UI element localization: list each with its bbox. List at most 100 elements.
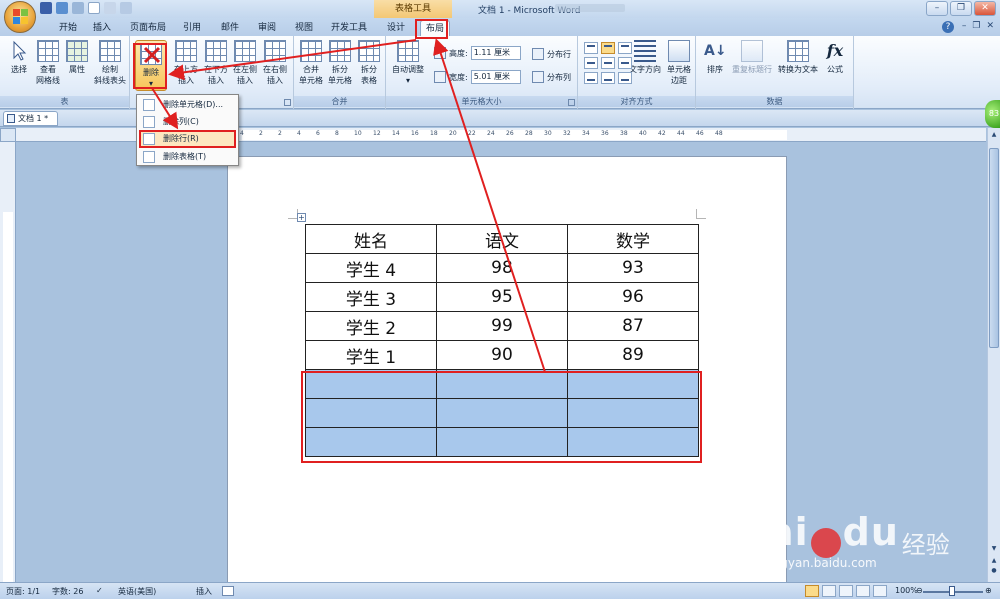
table-cell[interactable]: 学生 1	[305, 340, 437, 370]
tab-layout[interactable]: 布局	[420, 20, 450, 36]
print-layout-view-icon[interactable]	[805, 585, 819, 597]
tab-view[interactable]: 视图	[288, 20, 320, 36]
zoom-out-icon[interactable]: ⊖	[916, 586, 923, 595]
language[interactable]: 英语(美国)	[118, 586, 156, 597]
tab-developer[interactable]: 开发工具	[326, 20, 372, 36]
table-row[interactable]: 学生 3 95 96	[305, 282, 699, 312]
split-table-button[interactable]: 拆分 表格	[355, 40, 383, 86]
dialog-launcher-icon[interactable]	[284, 99, 291, 106]
align-middle-center-button[interactable]	[601, 57, 615, 69]
sort-button[interactable]: A↓ 排序	[702, 40, 728, 75]
side-badge[interactable]: 83	[985, 100, 1000, 128]
formula-button[interactable]: fx 公式	[822, 40, 848, 75]
table-cell[interactable]: 90	[436, 340, 568, 370]
table-cell[interactable]: 99	[436, 311, 568, 341]
macro-record-icon[interactable]	[222, 586, 234, 596]
align-middle-left-button[interactable]	[584, 57, 598, 69]
align-middle-right-button[interactable]	[618, 57, 632, 69]
document-tab[interactable]: 文档 1 *	[3, 111, 58, 126]
delete-columns-item[interactable]: 删除列(C)	[139, 114, 236, 130]
outline-view-icon[interactable]	[856, 585, 870, 597]
height-spinner[interactable]: 1.11 厘米	[470, 46, 521, 60]
redo-icon[interactable]	[72, 2, 84, 14]
table-cell[interactable]: 96	[567, 282, 699, 312]
scrollbar-thumb[interactable]	[989, 148, 999, 348]
tab-review[interactable]: 审阅	[251, 20, 283, 36]
tab-selector[interactable]	[0, 128, 16, 142]
zoom-level[interactable]: 100%	[895, 586, 918, 595]
insert-mode[interactable]: 插入	[196, 586, 212, 597]
properties-button[interactable]: 属性	[64, 40, 90, 75]
page-count[interactable]: 页面: 1/1	[6, 586, 40, 597]
split-cells-button[interactable]: 拆分 单元格	[326, 40, 354, 86]
tab-page-layout[interactable]: 页面布局	[125, 20, 171, 36]
undo-icon[interactable]	[56, 2, 68, 14]
draw-diagonal-header-button[interactable]: 绘制 斜线表头	[93, 40, 127, 86]
table-move-handle[interactable]: +	[297, 213, 306, 222]
doc-restore-icon[interactable]: ❐	[972, 21, 980, 31]
table-cell[interactable]: 学生 4	[305, 253, 437, 283]
distribute-rows-button[interactable]: 分布行	[532, 48, 571, 60]
table-cell[interactable]: 学生 2	[305, 311, 437, 341]
insert-right-button[interactable]: 在右侧 插入	[260, 40, 290, 86]
convert-to-text-button[interactable]: 转换为文本	[776, 40, 820, 75]
table-cell[interactable]: 87	[567, 311, 699, 341]
full-screen-view-icon[interactable]	[822, 585, 836, 597]
tab-insert[interactable]: 插入	[86, 20, 118, 36]
save-icon[interactable]	[40, 2, 52, 14]
table-cell[interactable]: 数学	[567, 224, 699, 254]
align-top-right-button[interactable]	[618, 42, 632, 54]
doc-close-icon[interactable]: ✕	[986, 21, 994, 31]
table-row[interactable]: 学生 4 98 93	[305, 253, 699, 283]
delete-table-item[interactable]: 删除表格(T)	[139, 149, 236, 165]
table-cell[interactable]: 98	[436, 253, 568, 283]
insert-left-button[interactable]: 在左侧 插入	[231, 40, 259, 86]
text-direction-button[interactable]: 文字方向	[628, 40, 662, 75]
insert-above-button[interactable]: 在上方 插入	[172, 40, 200, 86]
scroll-up-icon[interactable]: ▲	[989, 130, 999, 140]
scroll-down-icon[interactable]: ▼	[989, 544, 999, 554]
merge-cells-button[interactable]: 合并 单元格	[297, 40, 325, 86]
width-spinner[interactable]: 5.01 厘米	[470, 70, 521, 84]
word-count[interactable]: 字数: 26	[52, 586, 83, 597]
table-row[interactable]: 姓名 语文 数学	[305, 224, 699, 254]
tab-mailings[interactable]: 邮件	[214, 20, 246, 36]
customize-qat-icon[interactable]	[120, 2, 132, 14]
table-cell[interactable]: 89	[567, 340, 699, 370]
repeat-header-rows-button[interactable]: 重复标题行	[730, 40, 774, 75]
select-button[interactable]: 选择	[6, 40, 32, 75]
autofit-button[interactable]: 自动调整 ▾	[389, 40, 427, 86]
previous-page-icon[interactable]: ▲	[989, 556, 999, 566]
table-cell[interactable]: 姓名	[305, 224, 437, 254]
close-button[interactable]: ✕	[974, 1, 996, 16]
select-browse-object-icon[interactable]: ●	[989, 566, 999, 576]
new-document-icon[interactable]	[88, 2, 100, 14]
delete-cells-item[interactable]: 删除单元格(D)...	[139, 97, 236, 113]
help-icon[interactable]: ?	[942, 21, 954, 33]
align-bottom-center-button[interactable]	[601, 72, 615, 84]
spellcheck-icon[interactable]: ✓	[96, 586, 103, 595]
zoom-slider-knob[interactable]	[949, 586, 955, 596]
table-cell[interactable]: 学生 3	[305, 282, 437, 312]
tab-design[interactable]: 设计	[380, 20, 412, 36]
distribute-columns-button[interactable]: 分布列	[532, 71, 571, 83]
table-cell[interactable]: 语文	[436, 224, 568, 254]
align-bottom-left-button[interactable]	[584, 72, 598, 84]
vertical-ruler[interactable]	[0, 142, 16, 582]
doc-minimize-icon[interactable]: –	[962, 21, 967, 31]
minimize-button[interactable]: –	[926, 1, 948, 16]
table-row[interactable]: 学生 1 90 89	[305, 340, 699, 370]
align-bottom-right-button[interactable]	[618, 72, 632, 84]
insert-below-button[interactable]: 在下方 插入	[202, 40, 230, 86]
delete-rows-item[interactable]: 删除行(R)	[139, 130, 236, 148]
draft-view-icon[interactable]	[873, 585, 887, 597]
print-preview-icon[interactable]	[104, 2, 116, 14]
tab-references[interactable]: 引用	[176, 20, 208, 36]
delete-button[interactable]: 删除 ▾	[135, 40, 167, 91]
table-cell[interactable]: 95	[436, 282, 568, 312]
dialog-launcher-icon[interactable]	[568, 99, 575, 106]
zoom-in-icon[interactable]: ⊕	[985, 586, 992, 595]
web-layout-view-icon[interactable]	[839, 585, 853, 597]
align-top-center-button[interactable]	[601, 42, 615, 54]
vertical-scrollbar[interactable]: ▲ ▼ ▲ ●	[987, 128, 1000, 582]
